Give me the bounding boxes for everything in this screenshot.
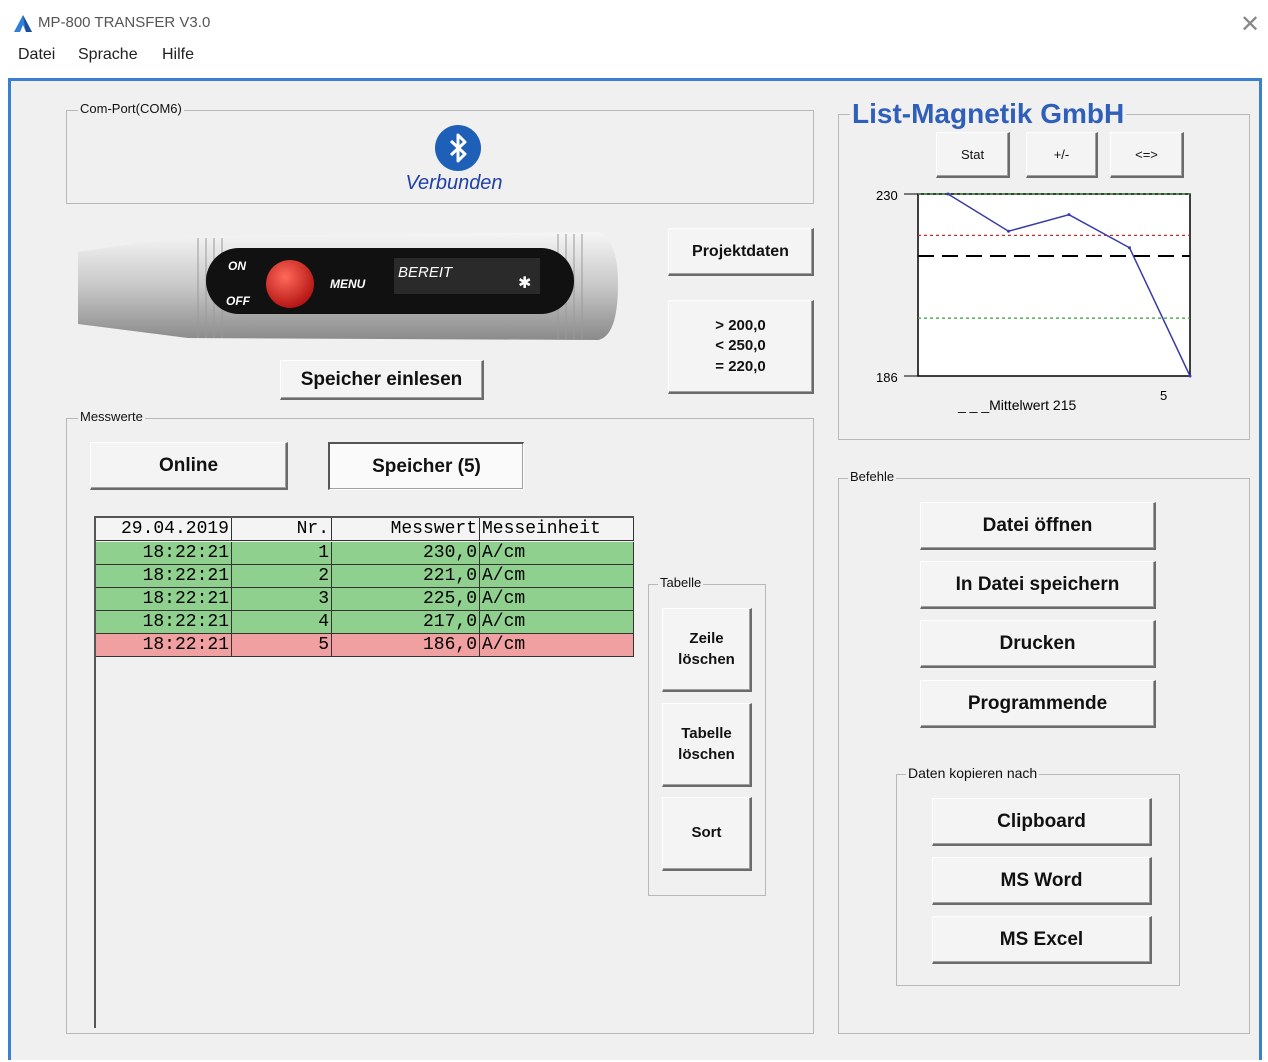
cell-unit: A/cm bbox=[480, 611, 634, 634]
com-port-label: Com-Port(COM6) bbox=[78, 101, 184, 116]
daten-kopieren-label: Daten kopieren nach bbox=[906, 765, 1040, 781]
x-end-label: 5 bbox=[1160, 388, 1167, 403]
limit-upper: > 200,0 bbox=[715, 317, 766, 335]
device-display-text: BEREIT bbox=[398, 264, 453, 281]
cell-time: 18:22:21 bbox=[96, 588, 232, 611]
plusminus-button[interactable]: +/- bbox=[1026, 132, 1098, 178]
online-button[interactable]: Online bbox=[90, 442, 288, 490]
cell-nr: 5 bbox=[232, 634, 332, 657]
chart-plot-area bbox=[917, 193, 1191, 377]
clipboard-button[interactable]: Clipboard bbox=[932, 798, 1152, 846]
cell-nr: 2 bbox=[232, 565, 332, 588]
cell-nr: 4 bbox=[232, 611, 332, 634]
tabelle-loeschen-line1: Tabelle bbox=[681, 725, 732, 743]
cell-time: 18:22:21 bbox=[96, 565, 232, 588]
cell-unit: A/cm bbox=[480, 588, 634, 611]
zeile-loeschen-line2: löschen bbox=[678, 650, 735, 668]
limits-button[interactable]: > 200,0 < 250,0 = 220,0 bbox=[668, 300, 814, 394]
chart-point bbox=[1067, 213, 1071, 217]
close-icon[interactable]: ✕ bbox=[1236, 10, 1264, 38]
cell-time: 18:22:21 bbox=[96, 542, 232, 565]
limit-nominal: = 220,0 bbox=[715, 357, 766, 375]
cell-time: 18:22:21 bbox=[96, 634, 232, 657]
company-brand: List-Magnetik GmbH bbox=[850, 98, 1127, 130]
svg-text:✱: ✱ bbox=[518, 273, 531, 292]
cell-nr: 3 bbox=[232, 588, 332, 611]
cell-nr: 1 bbox=[232, 542, 332, 565]
cell-value: 217,0 bbox=[332, 611, 480, 634]
messwerte-label: Messwerte bbox=[78, 409, 145, 424]
drucken-button[interactable]: Drucken bbox=[920, 620, 1156, 668]
chart-point bbox=[1128, 246, 1131, 250]
table-header-row: 29.04.2019 Nr. Messwert Messeinheit bbox=[96, 518, 634, 541]
device-on-label: ON bbox=[228, 259, 246, 273]
cell-value: 230,0 bbox=[332, 542, 480, 565]
menu-datei[interactable]: Datei bbox=[18, 46, 55, 64]
header-nr: Nr. bbox=[232, 518, 332, 541]
cell-unit: A/cm bbox=[480, 634, 634, 657]
bluetooth-icon bbox=[435, 125, 481, 171]
datei-oeffnen-button[interactable]: Datei öffnen bbox=[920, 502, 1156, 550]
programmende-button[interactable]: Programmende bbox=[920, 680, 1156, 728]
cell-value: 225,0 bbox=[332, 588, 480, 611]
y-min-label: 186 bbox=[876, 370, 898, 385]
cell-unit: A/cm bbox=[480, 542, 634, 565]
menu-sprache[interactable]: Sprache bbox=[78, 46, 138, 64]
measurement-chart: 230 186 5 _ _ _Mittelwert 215 bbox=[876, 188, 1192, 413]
stat-button[interactable]: Stat bbox=[936, 132, 1010, 178]
header-messwert: Messwert bbox=[332, 518, 480, 541]
device-image: ✱ bbox=[78, 232, 618, 340]
tabelle-loeschen-button[interactable]: Tabelle löschen bbox=[662, 703, 752, 787]
measurements-table[interactable]: 29.04.2019 Nr. Messwert Messeinheit 18:2… bbox=[94, 516, 634, 1028]
y-max-label: 230 bbox=[876, 188, 898, 203]
projektdaten-button[interactable]: Projektdaten bbox=[668, 228, 814, 276]
speicher-tab-button[interactable]: Speicher (5) bbox=[328, 442, 524, 490]
befehle-label: Befehle bbox=[848, 469, 897, 484]
header-messeinheit: Messeinheit bbox=[480, 518, 634, 541]
in-datei-speichern-button[interactable]: In Datei speichern bbox=[920, 561, 1156, 609]
chart-point bbox=[946, 192, 950, 196]
zeile-loeschen-button[interactable]: Zeile löschen bbox=[662, 608, 752, 692]
app-logo-icon bbox=[14, 15, 32, 32]
table-row[interactable]: 18:22:21 3 225,0 A/cm bbox=[96, 588, 634, 611]
cell-time: 18:22:21 bbox=[96, 611, 232, 634]
window-title: MP-800 TRANSFER V3.0 bbox=[38, 14, 211, 31]
compare-button[interactable]: <=> bbox=[1110, 132, 1184, 178]
title-bar: MP-800 TRANSFER V3.0 ✕ bbox=[0, 0, 1268, 44]
table-row[interactable]: 18:22:21 1 230,0 A/cm bbox=[96, 542, 634, 565]
limit-lower: < 250,0 bbox=[715, 337, 766, 355]
tabelle-loeschen-line2: löschen bbox=[678, 745, 735, 763]
connection-status: Verbunden bbox=[405, 172, 503, 194]
sort-button[interactable]: Sort bbox=[662, 797, 752, 871]
ms-excel-button[interactable]: MS Excel bbox=[932, 916, 1152, 964]
device-menu-label: MENU bbox=[330, 277, 366, 291]
table-row[interactable]: 18:22:21 5 186,0 A/cm bbox=[96, 634, 634, 657]
speicher-einlesen-button[interactable]: Speicher einlesen bbox=[280, 360, 484, 400]
device-off-label: OFF bbox=[226, 294, 250, 308]
chart-point bbox=[1007, 229, 1010, 233]
chart-point bbox=[1188, 374, 1192, 378]
tabelle-label: Tabelle bbox=[658, 575, 704, 590]
header-date: 29.04.2019 bbox=[96, 518, 232, 541]
mean-legend: _ _ _Mittelwert 215 bbox=[957, 397, 1076, 413]
cell-unit: A/cm bbox=[480, 565, 634, 588]
ms-word-button[interactable]: MS Word bbox=[932, 857, 1152, 905]
cell-value: 221,0 bbox=[332, 565, 480, 588]
table-row[interactable]: 18:22:21 4 217,0 A/cm bbox=[96, 611, 634, 634]
menu-hilfe[interactable]: Hilfe bbox=[162, 46, 194, 64]
cell-value: 186,0 bbox=[332, 634, 480, 657]
table-row[interactable]: 18:22:21 2 221,0 A/cm bbox=[96, 565, 634, 588]
zeile-loeschen-line1: Zeile bbox=[689, 630, 724, 648]
